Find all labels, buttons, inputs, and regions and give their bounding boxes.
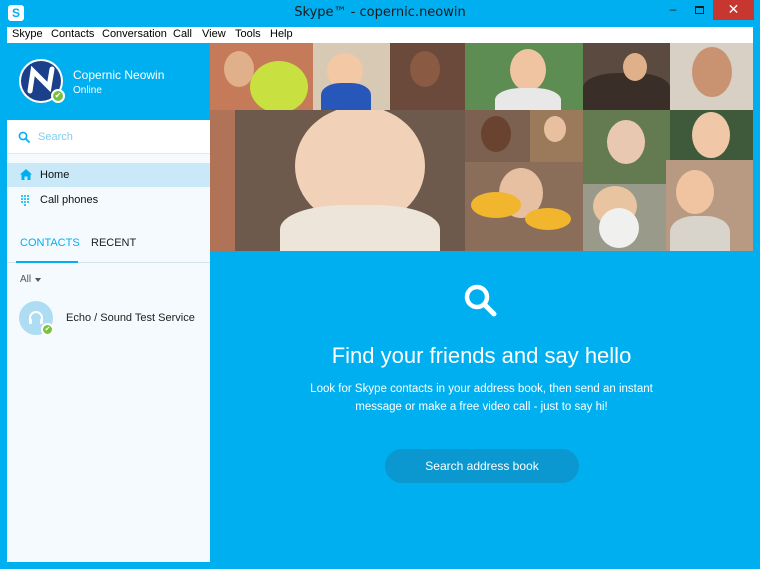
maximize-button[interactable] <box>686 0 712 20</box>
photo-tile <box>666 160 753 251</box>
tab-contacts[interactable]: CONTACTS <box>20 237 80 249</box>
menu-bar: Skype Contacts Conversation Call View To… <box>7 27 753 43</box>
list-item[interactable]: ✔ Echo / Sound Test Service <box>7 297 210 341</box>
page-description: Look for Skype contacts in your address … <box>310 383 653 413</box>
online-status-icon: ✔ <box>51 89 65 103</box>
menu-contacts[interactable]: Contacts <box>51 28 94 40</box>
profile-status[interactable]: Online <box>73 85 102 96</box>
menu-view[interactable]: View <box>202 28 226 40</box>
contact-name: Echo / Sound Test Service <box>66 312 195 324</box>
close-button[interactable]: ✕ <box>713 0 754 20</box>
main-panel: Find your friends and say hello Look for… <box>210 43 753 562</box>
online-status-icon: ✔ <box>41 323 54 336</box>
photo-tile <box>210 110 235 251</box>
window-frame-bottom <box>0 562 760 569</box>
menu-call[interactable]: Call <box>173 28 192 40</box>
photo-tile <box>583 110 670 184</box>
title-bar: S Skype™ - copernic.neowin – ✕ <box>0 0 760 27</box>
photo-tile <box>583 184 666 251</box>
maximize-icon <box>694 5 704 14</box>
search-input[interactable] <box>38 129 198 145</box>
menu-help[interactable]: Help <box>270 28 293 40</box>
nav-item-home[interactable]: Home <box>7 163 210 187</box>
window-frame-right <box>753 27 760 562</box>
profile-name: Copernic Neowin <box>73 68 165 82</box>
nav-item-call-phones[interactable]: Call phones <box>7 188 210 212</box>
menu-tools[interactable]: Tools <box>235 28 261 40</box>
photo-tile <box>530 110 583 162</box>
sidebar: ✔ Copernic Neowin Online Home Call phone… <box>7 43 210 562</box>
search-icon <box>18 131 30 143</box>
window-frame-left <box>0 27 7 562</box>
menu-skype[interactable]: Skype <box>12 28 43 40</box>
page-title: Find your friends and say hello <box>331 343 632 368</box>
tab-recent[interactable]: RECENT <box>91 237 136 249</box>
chevron-down-icon[interactable] <box>35 278 41 282</box>
photo-tile <box>465 43 583 110</box>
minimize-button[interactable]: – <box>660 0 686 20</box>
search-box <box>7 120 210 154</box>
photo-tile <box>583 43 670 110</box>
tab-active-indicator <box>16 261 78 263</box>
photo-tile <box>465 110 530 162</box>
dialpad-icon <box>21 195 29 206</box>
nav-label-home: Home <box>40 169 70 181</box>
home-icon <box>20 169 32 180</box>
photo-tile <box>210 43 313 110</box>
photo-tile <box>465 162 583 251</box>
menu-conversation[interactable]: Conversation <box>102 28 167 40</box>
contact-filter-dropdown[interactable]: All <box>20 274 31 285</box>
window-title: Skype™ - copernic.neowin <box>294 5 466 20</box>
search-address-book-button[interactable]: Search address book <box>385 449 579 483</box>
photo-tile <box>670 110 753 160</box>
nav-label-call-phones: Call phones <box>40 194 99 206</box>
friends-photo-mosaic <box>210 43 753 251</box>
photo-tile <box>670 43 753 110</box>
photo-tile-baby <box>235 110 465 251</box>
photo-tile <box>313 43 390 110</box>
photo-tile <box>390 43 465 110</box>
profile-header[interactable]: ✔ Copernic Neowin Online <box>7 43 210 120</box>
search-icon <box>464 284 497 317</box>
